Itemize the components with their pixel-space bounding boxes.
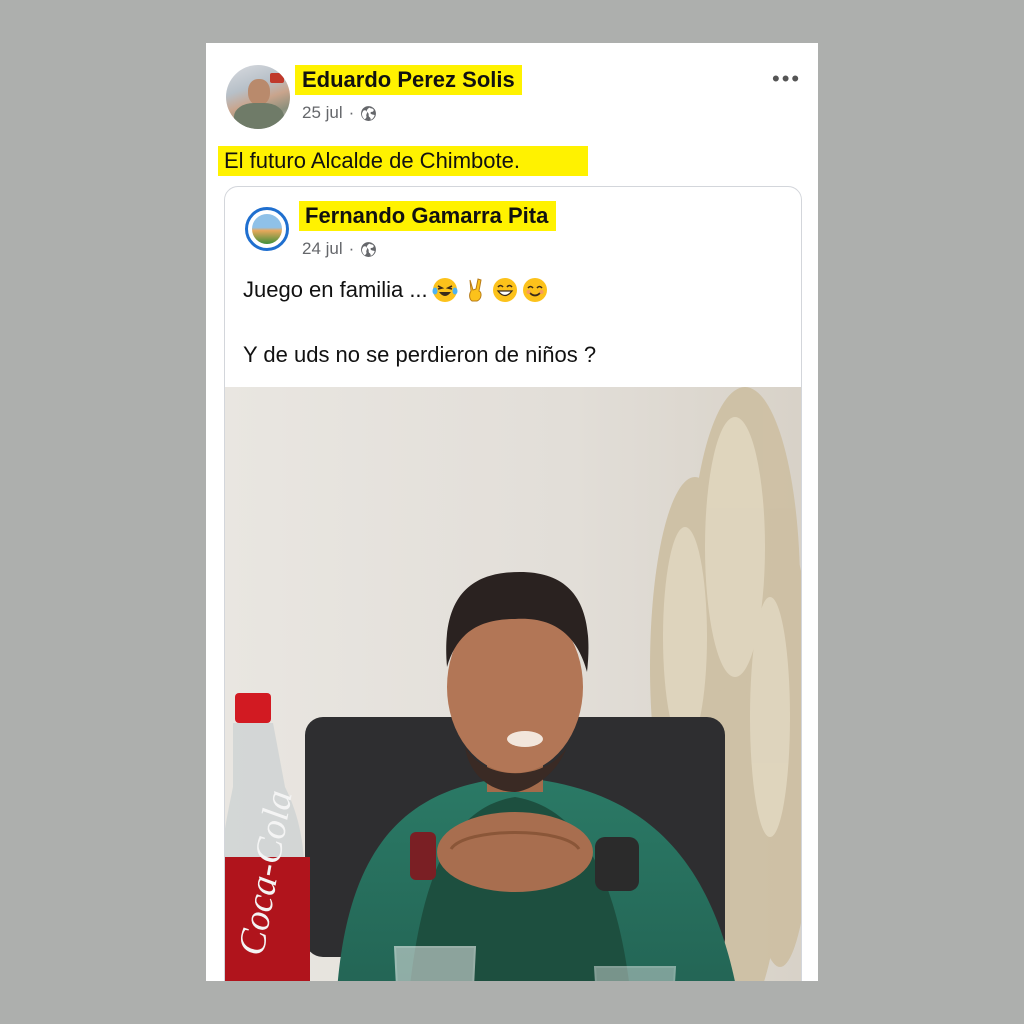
shared-post-text: Juego en familia ... (243, 277, 428, 302)
post-meta: 25 jul · (302, 101, 377, 125)
globe-icon (361, 105, 377, 121)
laughing-tears-emoji (432, 278, 458, 302)
shared-post[interactable]: Fernando Gamarra Pita 24 jul · Juego en … (224, 186, 802, 981)
photo-illustration: Coca-Cola (225, 387, 801, 981)
post-text: El futuro Alcalde de Chimbote. (218, 146, 588, 176)
shared-post-photo[interactable]: Coca-Cola (225, 387, 801, 981)
post-date[interactable]: 25 jul (302, 101, 343, 125)
shared-author-name[interactable]: Fernando Gamarra Pita (299, 201, 557, 231)
author-avatar[interactable] (226, 65, 290, 129)
shared-post-text-line2: Y de uds no se perdieron de niños ? (243, 342, 597, 367)
shared-post-meta: 24 jul · (302, 237, 377, 261)
post-author-name[interactable]: Eduardo Perez Solis (295, 65, 522, 95)
smiling-emoji (522, 278, 547, 302)
meta-separator: · (348, 239, 355, 258)
grinning-emoji (492, 278, 517, 302)
victory-hand-emoji (468, 278, 482, 302)
meta-separator: · (348, 103, 355, 122)
globe-icon (361, 241, 377, 257)
shared-post-text-line1: Juego en familia ... (243, 275, 548, 305)
facebook-post-card: Eduardo Perez Solis 25 jul · ••• El futu… (206, 43, 818, 981)
shared-author-avatar[interactable] (245, 207, 289, 251)
shared-post-date[interactable]: 24 jul (302, 237, 343, 261)
more-options-icon[interactable]: ••• (772, 68, 801, 90)
